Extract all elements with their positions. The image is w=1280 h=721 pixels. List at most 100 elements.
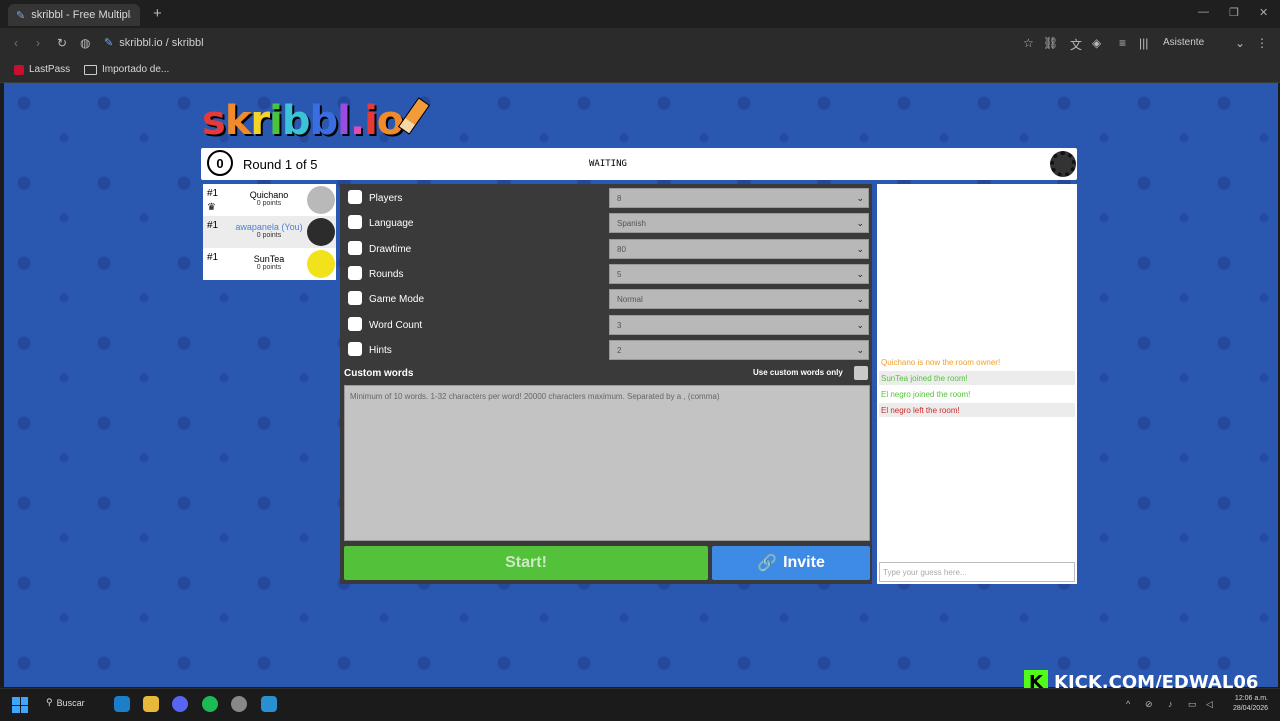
player-row[interactable]: #1 awapanela (You) 0 points — [203, 216, 336, 248]
custom-words-only-checkbox[interactable] — [854, 366, 868, 380]
setting-hints: Hints 2 ⌄ — [340, 338, 872, 363]
setting-label: Hints — [369, 345, 392, 356]
bookmarks-bar: LastPass Importado de... — [0, 58, 1280, 83]
mic-icon[interactable]: ◍ — [80, 36, 90, 50]
clock-date: 28/04/2026 — [1232, 705, 1268, 712]
audio-icon[interactable]: ||| — [1139, 36, 1148, 50]
skribbl-logo: skribbl.io — [202, 97, 431, 144]
player-rank: #1 — [207, 188, 219, 199]
game-mode-select[interactable]: Normal ⌄ — [609, 289, 869, 309]
custom-words-only-label: Use custom words only — [753, 368, 843, 377]
clock-time: 12:06 a.m. — [1234, 695, 1268, 702]
browser-app-icon[interactable] — [261, 696, 277, 712]
word-count-select[interactable]: 3 ⌄ — [609, 315, 869, 335]
tray-chevron-icon[interactable]: ^ — [1126, 699, 1130, 709]
invite-button[interactable]: 🔗 Invite — [712, 546, 870, 580]
translate-icon[interactable]: 文 — [1070, 36, 1082, 53]
select-value: Spanish — [617, 219, 646, 228]
player-row[interactable]: #1 ♛ Quichano 0 points — [203, 184, 336, 216]
gamemode-icon — [348, 291, 362, 305]
new-tab-icon[interactable]: + — [153, 5, 162, 22]
address-bar[interactable]: ✎ skribbl.io / skribbl — [104, 36, 204, 50]
player-points: 0 points — [256, 264, 282, 271]
bookmark-folder[interactable]: Importado de... — [84, 64, 169, 75]
browser-tab[interactable]: ✎ skribbl - Free Multiplayer D — [8, 4, 140, 26]
link-icon[interactable]: ⛓ — [1043, 36, 1058, 50]
setting-players: Players 8 ⌄ — [340, 186, 872, 211]
windows-start-icon[interactable] — [12, 697, 28, 713]
file-explorer-icon[interactable] — [143, 696, 159, 712]
custom-words-textarea[interactable]: Minimum of 10 words. 1-32 characters per… — [344, 385, 870, 541]
site-icon: ✎ — [104, 37, 114, 49]
language-icon — [348, 215, 362, 229]
player-name: awapanela (You) — [235, 222, 303, 232]
more-icon[interactable]: ⋮ — [1256, 36, 1268, 50]
setting-language: Language Spanish ⌄ — [340, 211, 872, 236]
hints-select[interactable]: 2 ⌄ — [609, 340, 869, 360]
forward-icon[interactable]: › — [36, 36, 40, 50]
avatar — [307, 250, 335, 278]
select-value: 80 — [617, 245, 626, 254]
chat-message: Quichano is now the room owner! — [879, 355, 1075, 369]
rounds-icon — [348, 266, 362, 280]
chevron-down-icon: ⌄ — [856, 294, 864, 304]
obs-icon[interactable] — [231, 696, 247, 712]
spotify-icon[interactable] — [202, 696, 218, 712]
taskbar: ⚲ Buscar ^ ⊘ ♪ ▭ ◁ 12:06 a.m. 28/04/2026 — [0, 688, 1280, 721]
menu-icon[interactable]: ≡ — [1119, 36, 1126, 50]
player-row[interactable]: #1 SunTea 0 points — [203, 248, 336, 280]
select-value: 8 — [617, 194, 622, 203]
back-icon[interactable]: ‹ — [14, 36, 18, 50]
clock-icon — [348, 241, 362, 255]
discord-icon[interactable] — [172, 696, 188, 712]
select-value: Normal — [617, 295, 643, 304]
chevron-down-icon: ⌄ — [856, 269, 864, 279]
drawtime-select[interactable]: 80 ⌄ — [609, 239, 869, 259]
setting-rounds: Rounds 5 ⌄ — [340, 262, 872, 287]
player-points: 0 points — [256, 232, 282, 239]
player-name: SunTea — [253, 254, 285, 264]
player-name: Quichano — [249, 190, 289, 200]
chat-message: SunTea joined the room! — [879, 371, 1075, 385]
lastpass-icon — [14, 64, 24, 75]
minimize-icon[interactable]: — — [1198, 6, 1209, 18]
extensions-icon[interactable]: ◈ — [1092, 36, 1101, 50]
bookmark-label: Importado de... — [102, 64, 170, 75]
display-icon[interactable]: ▭ — [1188, 699, 1197, 710]
restore-icon[interactable]: ❐ — [1229, 6, 1239, 19]
microphone-icon[interactable]: ♪ — [1168, 699, 1173, 709]
chevron-down-icon: ⌄ — [856, 320, 864, 330]
wordcount-icon — [348, 317, 362, 331]
round-indicator: Round 1 of 5 — [243, 157, 318, 172]
taskbar-search[interactable]: ⚲ Buscar — [46, 697, 85, 708]
folder-icon — [84, 64, 97, 75]
rounds-select[interactable]: 5 ⌄ — [609, 264, 869, 284]
setting-drawtime: Drawtime 80 ⌄ — [340, 237, 872, 262]
volume-icon[interactable]: ◁ — [1206, 699, 1213, 710]
guess-input[interactable]: Type your guess here... — [879, 562, 1075, 582]
language-select[interactable]: Spanish ⌄ — [609, 213, 869, 233]
start-button[interactable]: Start! — [344, 546, 708, 580]
dropdown-icon[interactable]: ⌄ — [1235, 36, 1245, 50]
players-select[interactable]: 8 ⌄ — [609, 188, 869, 208]
setting-label: Drawtime — [369, 244, 412, 255]
search-icon: ⚲ — [46, 697, 53, 707]
tab-title: skribbl - Free Multiplayer D — [31, 9, 131, 21]
assistant-button[interactable]: Asistente — [1163, 37, 1204, 48]
gear-icon[interactable] — [1050, 151, 1076, 177]
lobby-settings: Players 8 ⌄ Language Spanish ⌄ Drawtime 80… — [340, 184, 872, 584]
chevron-down-icon: ⌄ — [856, 244, 864, 254]
close-window-icon[interactable]: ✕ — [1259, 6, 1268, 19]
chevron-down-icon: ⌄ — [856, 345, 864, 355]
chat-message: El negro joined the room! — [879, 387, 1075, 401]
bookmark-lastpass[interactable]: LastPass — [14, 64, 70, 75]
edge-icon[interactable] — [114, 696, 130, 712]
player-rank: #1 — [207, 252, 219, 263]
notifications-off-icon[interactable]: ⊘ — [1145, 699, 1153, 710]
setting-game-mode: Game Mode Normal ⌄ — [340, 287, 872, 312]
game-status: WAITING — [589, 159, 627, 169]
bookmark-star-icon[interactable]: ☆ — [1023, 36, 1034, 50]
reload-icon[interactable]: ↻ — [57, 36, 67, 50]
game-header: 0 Round 1 of 5 WAITING — [201, 148, 1077, 180]
system-clock[interactable]: 12:06 a.m. 28/04/2026 — [1222, 694, 1268, 714]
